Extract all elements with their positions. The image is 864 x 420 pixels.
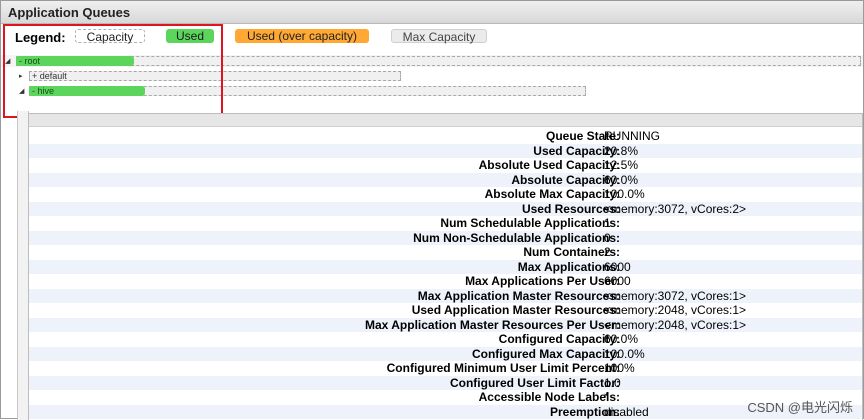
highlight-box	[3, 24, 223, 118]
info-value: 100.0%	[604, 187, 645, 201]
info-value: 1	[604, 216, 611, 230]
info-value: <memory:2048, vCores:1>	[604, 303, 747, 317]
queue-info-row: Absolute Used Capacity: 12.5%	[29, 158, 862, 173]
application-queues-panel: Application Queues Legend: Capacity Used…	[0, 0, 864, 420]
info-value: <memory:3072, vCores:2>	[604, 201, 747, 216]
queue-info-row: Configured Max Capacity: 100.0%	[29, 346, 862, 361]
queue-info-row: Queue State: RUNNING	[29, 129, 862, 144]
title-bar: Application Queues	[1, 1, 863, 24]
watermark: CSDN @电光闪烁	[747, 400, 853, 415]
info-key: Num Schedulable Applications:	[440, 216, 620, 230]
info-key: Configured Minimum User Limit Percent:	[386, 361, 620, 375]
queue-info-row: Absolute Capacity: 60.0%	[29, 172, 862, 187]
info-value: 6000	[604, 274, 631, 288]
info-value: *	[604, 390, 609, 404]
queue-info-header	[29, 114, 862, 127]
info-value: 12.5%	[604, 158, 639, 172]
info-value: 100.0%	[604, 346, 645, 361]
info-key: Absolute Max Capacity:	[484, 187, 620, 201]
queue-info-row: Max Application Master Resources Per Use…	[29, 317, 862, 332]
info-key: Num Non-Schedulable Applications:	[413, 230, 620, 245]
info-value: 6000	[604, 259, 631, 274]
info-key: Max Application Master Resources:	[417, 288, 620, 303]
queue-info-row: Num Schedulable Applications: 1	[29, 216, 862, 231]
queue-info-row: Accessible Node Labels: *	[29, 390, 862, 405]
queue-info-row: Absolute Max Capacity: 100.0%	[29, 187, 862, 202]
info-value: 60.0%	[604, 172, 639, 187]
info-key: Max Application Master Resources Per Use…	[365, 317, 620, 332]
queue-info-row: Preemption: disabled	[29, 404, 862, 419]
info-key: Accessible Node Labels:	[478, 390, 620, 404]
queue-info-row: Max Applications Per User: 6000	[29, 274, 862, 289]
queue-info-row: Num Non-Schedulable Applications: 0	[29, 230, 862, 245]
legend-max-capacity: Max Capacity	[391, 29, 487, 44]
info-key: Configured User Limit Factor:	[449, 375, 620, 390]
queue-info-row: Max Application Master Resources: <memory…	[29, 288, 862, 303]
panel-title: Application Queues	[8, 5, 131, 20]
info-value: <memory:3072, vCores:1>	[604, 288, 747, 303]
info-key: Configured Max Capacity:	[471, 346, 620, 361]
legend-used-over-capacity: Used (over capacity)	[235, 29, 369, 43]
queue-info-row: Max Applications: 6000	[29, 259, 862, 274]
info-value: 1.0	[604, 375, 621, 390]
queue-info-row: Configured User Limit Factor: 1.0	[29, 375, 862, 390]
queue-info-row: Configured Capacity: 60.0%	[29, 332, 862, 347]
queue-info-row: Used Application Master Resources: <memor…	[29, 303, 862, 318]
info-key: Configured Capacity:	[498, 332, 620, 346]
queue-info-row: Num Containers: 2	[29, 245, 862, 260]
info-value: 60.0%	[604, 332, 639, 346]
queue-info-row: Configured Minimum User Limit Percent: 10…	[29, 361, 862, 376]
info-value: 20.8%	[604, 143, 639, 158]
info-value: <memory:2048, vCores:1>	[604, 317, 747, 332]
info-key: Max Applications Per User:	[465, 274, 620, 288]
info-value: 100%	[604, 361, 635, 375]
queue-info-row: Used Capacity: 20.8%	[29, 143, 862, 158]
queue-info-row: Used Resources: <memory:3072, vCores:2>	[29, 201, 862, 216]
info-key: Used Application Master Resources:	[411, 303, 620, 317]
info-value: RUNNING	[604, 129, 660, 143]
info-value: 0	[604, 230, 611, 245]
info-key: Absolute Used Capacity:	[478, 158, 620, 172]
info-value: disabled	[604, 404, 649, 419]
info-value: 2	[604, 245, 611, 259]
